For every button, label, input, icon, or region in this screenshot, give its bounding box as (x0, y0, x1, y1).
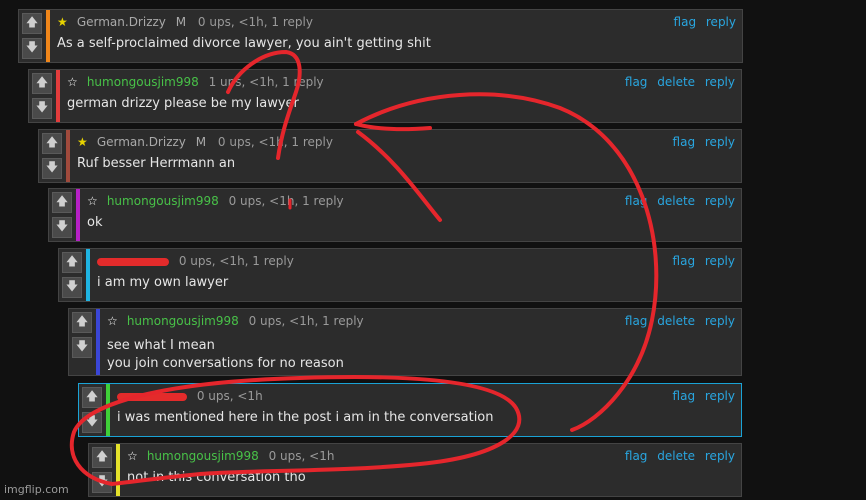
comment-thread-page: 🡅 🡇 ★ German.Drizzy M 0 ups, <1h, 1 repl… (0, 0, 866, 500)
question-mark-stroke (226, 49, 302, 160)
circle-around-comment (69, 375, 522, 486)
red-annotation-overlay (69, 49, 659, 486)
watermark: imgflip.com (4, 483, 69, 496)
arrow-head-stroke (354, 122, 442, 222)
